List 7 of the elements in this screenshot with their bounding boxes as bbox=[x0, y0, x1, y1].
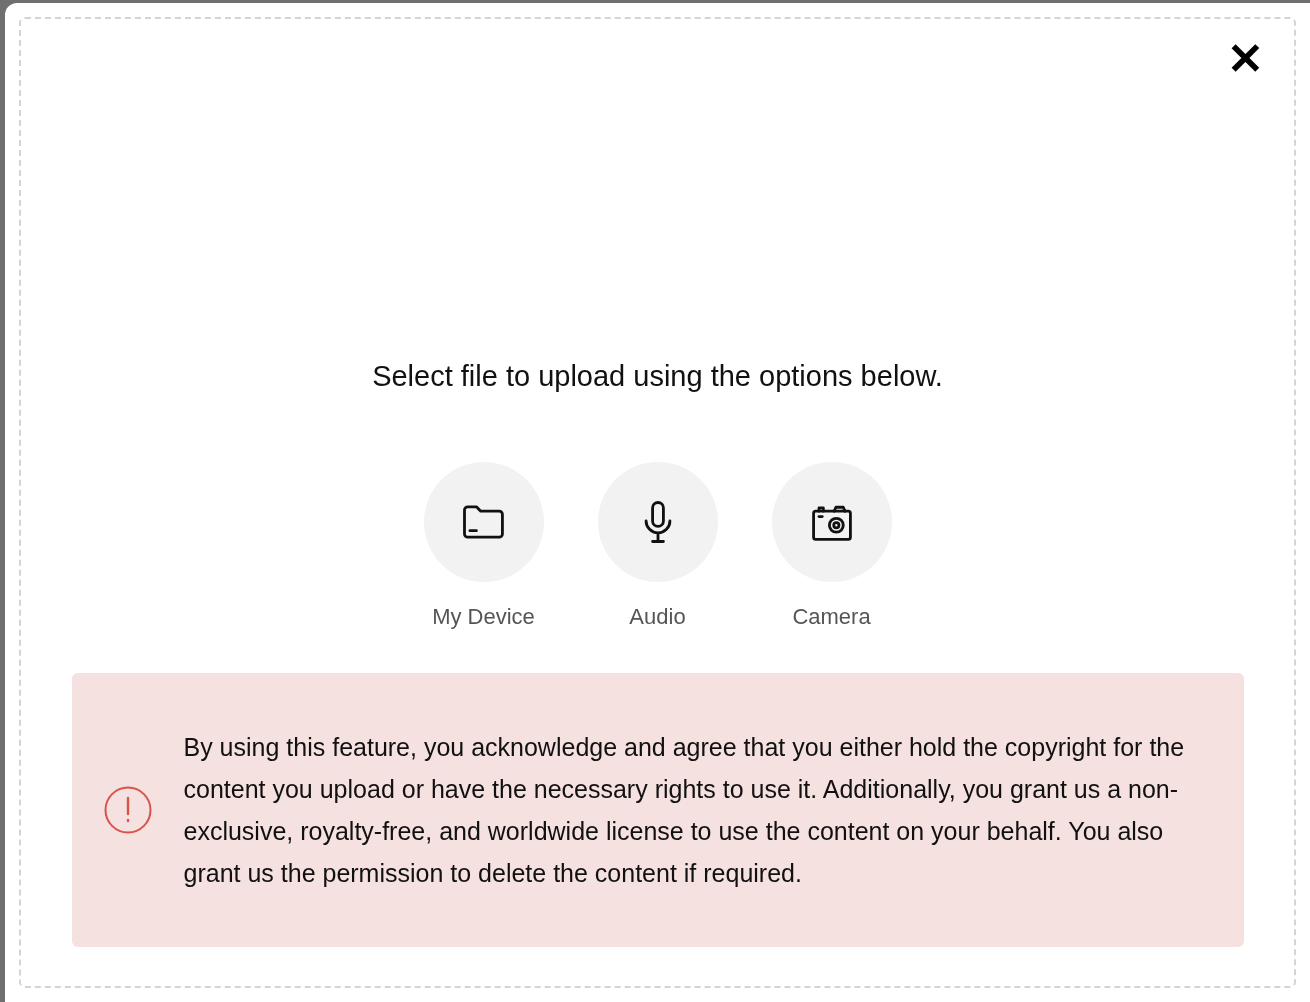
option-label: Audio bbox=[629, 602, 686, 631]
close-button[interactable]: ✕ bbox=[1227, 37, 1264, 81]
alert-icon bbox=[102, 784, 153, 835]
option-label: Camera bbox=[792, 602, 871, 631]
copyright-notice: By using this feature, you acknowledge and agree that you either hold the copyright for the content you upload or have the necessary rights to use it. Additionally, you grant us a non-exclusive, royalty-free, and worldwide license to use the content on your behalf. You also grant us the permission to delete the content if required. bbox=[183, 731, 1186, 889]
option-label: My Device bbox=[432, 602, 535, 631]
upload-prompt: Select file to upload using the options below. bbox=[372, 359, 943, 394]
